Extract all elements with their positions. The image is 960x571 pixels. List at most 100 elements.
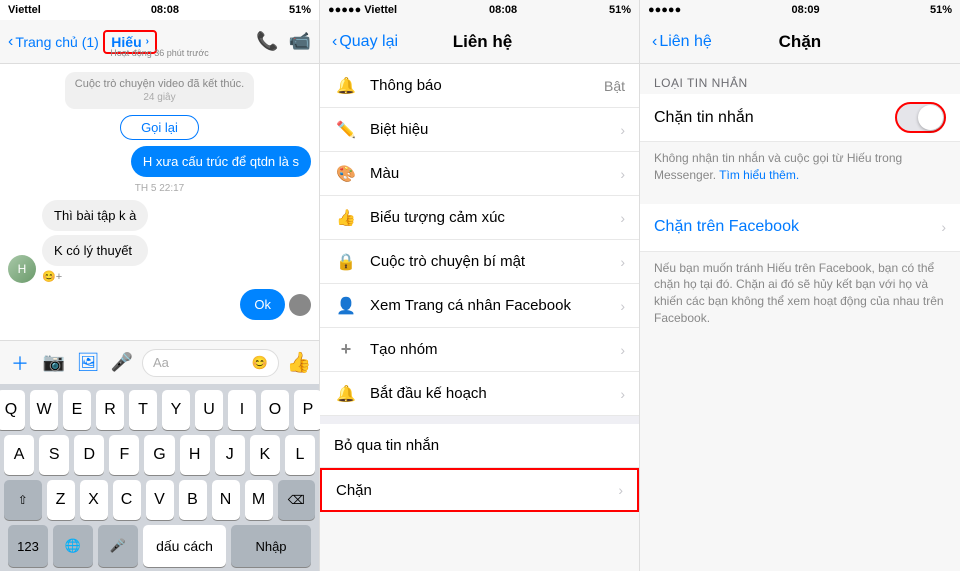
keyboard-row-3: ⇧ Z X C V B N M ⌫ [4,480,315,520]
mic-button[interactable]: 🎤 [108,349,136,377]
block-facebook-item[interactable]: Chặn trên Facebook › [640,204,960,252]
camera-button[interactable]: 📷 [40,349,68,377]
block-messages-toggle[interactable] [895,102,946,133]
key-v[interactable]: V [146,480,174,520]
key-globe[interactable]: 🌐 [53,525,93,567]
chevron-icon-plan: › [620,386,625,402]
status-bar-3: ●●●●● 08:09 51% [640,0,960,20]
settings-item-secret[interactable]: 🔒 Cuộc trò chuyện bí mật › [320,240,639,284]
edit-icon: ✏️ [334,118,358,142]
carrier-2: ●●●●● Viettel [328,4,397,16]
like-button[interactable]: 👍 [285,349,313,377]
key-s[interactable]: S [39,435,69,475]
block-title: Chặn [712,32,888,52]
key-d[interactable]: D [74,435,104,475]
chevron-right-icon: › [146,36,149,47]
key-t[interactable]: T [129,390,157,430]
avatar-img: H [8,255,36,283]
key-y[interactable]: Y [162,390,190,430]
avatar-tiny [289,294,311,316]
key-num[interactable]: 123 [8,525,48,567]
settings-list: 🔔 Thông báo Bật ✏️ Biệt hiệu › 🎨 Màu › 👍… [320,64,639,571]
video-icon[interactable]: 📹 [289,31,311,52]
settings-back-label: Quay lại [339,33,398,51]
key-j[interactable]: J [215,435,245,475]
toggle-thumb [918,105,943,130]
settings-item-plan[interactable]: 🔔 Bắt đầu kế hoạch › [320,372,639,416]
chevron-icon-color: › [620,166,625,182]
lock-icon: 🔒 [334,250,358,274]
key-q[interactable]: Q [0,390,25,430]
emoji-icon-item: 👍 [334,206,358,230]
item-label-group: Tạo nhóm [370,341,608,358]
key-shift[interactable]: ⇧ [4,480,42,520]
key-o[interactable]: O [261,390,289,430]
call-icon[interactable]: 📞 [256,31,278,52]
key-c[interactable]: C [113,480,141,520]
item-value-notifications: Bật [604,78,625,94]
key-x[interactable]: X [80,480,108,520]
chevron-icon-nickname: › [620,122,625,138]
back-button[interactable]: ‹ Trang chủ (1) [8,33,99,51]
key-delete[interactable]: ⌫ [278,480,316,520]
key-return[interactable]: Nhập [231,525,311,567]
settings-item-group[interactable]: + Tạo nhóm › [320,328,639,372]
image-button[interactable]: 🖼 [74,349,102,377]
settings-item-emoji[interactable]: 👍 Biểu tượng cảm xúc › [320,196,639,240]
key-f[interactable]: F [109,435,139,475]
input-placeholder: Aa [153,355,169,370]
chevron-icon-emoji: › [620,210,625,226]
key-a[interactable]: A [4,435,34,475]
chevron-icon-profile: › [620,298,625,314]
chat-input-bar: ＋ 📷 🖼 🎤 Aa 😊 👍 [0,340,319,384]
settings-item-profile[interactable]: 👤 Xem Trang cá nhân Facebook › [320,284,639,328]
bubbles-stack: Thì bài tập k à K có lý thuyết 😊+ [42,200,148,283]
item-label-notifications: Thông báo [370,77,592,94]
item-label-profile: Xem Trang cá nhân Facebook [370,297,608,314]
key-m[interactable]: M [245,480,273,520]
carrier-1: Viettel [8,4,41,16]
block-panel: ●●●●● 08:09 51% ‹ Liên hệ Chặn LOẠI TIN … [640,0,960,571]
battery-1: 51% [289,4,311,16]
emoji-icon[interactable]: 😊 [252,355,268,371]
key-mic[interactable]: 🎤 [98,525,138,567]
item-label-emoji: Biểu tượng cảm xúc [370,209,608,226]
key-b[interactable]: B [179,480,207,520]
block-back-button[interactable]: ‹ Liên hệ [652,33,712,51]
chevron-left-icon: ‹ [8,33,13,51]
key-k[interactable]: K [250,435,280,475]
key-h[interactable]: H [180,435,210,475]
keyboard-row-2: A S D F G H J K L [4,435,315,475]
block-messages-item[interactable]: Chặn tin nhắn [640,94,960,142]
learn-more-link[interactable]: Tìm hiểu thêm. [719,168,799,182]
key-space[interactable]: dấu cách [143,525,226,567]
key-p[interactable]: P [294,390,322,430]
recall-button[interactable]: Gọi lại [120,115,199,140]
group-icon: + [334,338,358,362]
settings-item-chan[interactable]: Chặn › [320,468,639,512]
key-l[interactable]: L [285,435,315,475]
key-w[interactable]: W [30,390,58,430]
settings-item-notifications[interactable]: 🔔 Thông báo Bật [320,64,639,108]
back-label[interactable]: Trang chủ (1) [15,34,99,50]
key-z[interactable]: Z [47,480,75,520]
add-button[interactable]: ＋ [6,349,34,377]
key-r[interactable]: R [96,390,124,430]
outgoing-bubble-1: H xưa cấu trúc để qtdn là s [131,146,311,177]
key-u[interactable]: U [195,390,223,430]
system-message: Cuộc trò chuyện video đã kết thúc. 24 gi… [65,72,254,109]
key-n[interactable]: N [212,480,240,520]
message-input[interactable]: Aa 😊 [142,349,279,377]
key-e[interactable]: E [63,390,91,430]
battery-2: 51% [609,4,631,16]
chevron-icon-chan: › [618,482,623,498]
settings-item-color[interactable]: 🎨 Màu › [320,152,639,196]
key-g[interactable]: G [144,435,174,475]
key-i[interactable]: I [228,390,256,430]
avatar: H [8,255,36,283]
settings-item-ignore[interactable]: Bỏ qua tin nhắn [320,424,639,468]
settings-item-nickname[interactable]: ✏️ Biệt hiệu › [320,108,639,152]
profile-icon: 👤 [334,294,358,318]
incoming-group: H Thì bài tập k à K có lý thuyết 😊+ [8,200,311,283]
settings-back-button[interactable]: ‹ Quay lại [332,33,398,51]
